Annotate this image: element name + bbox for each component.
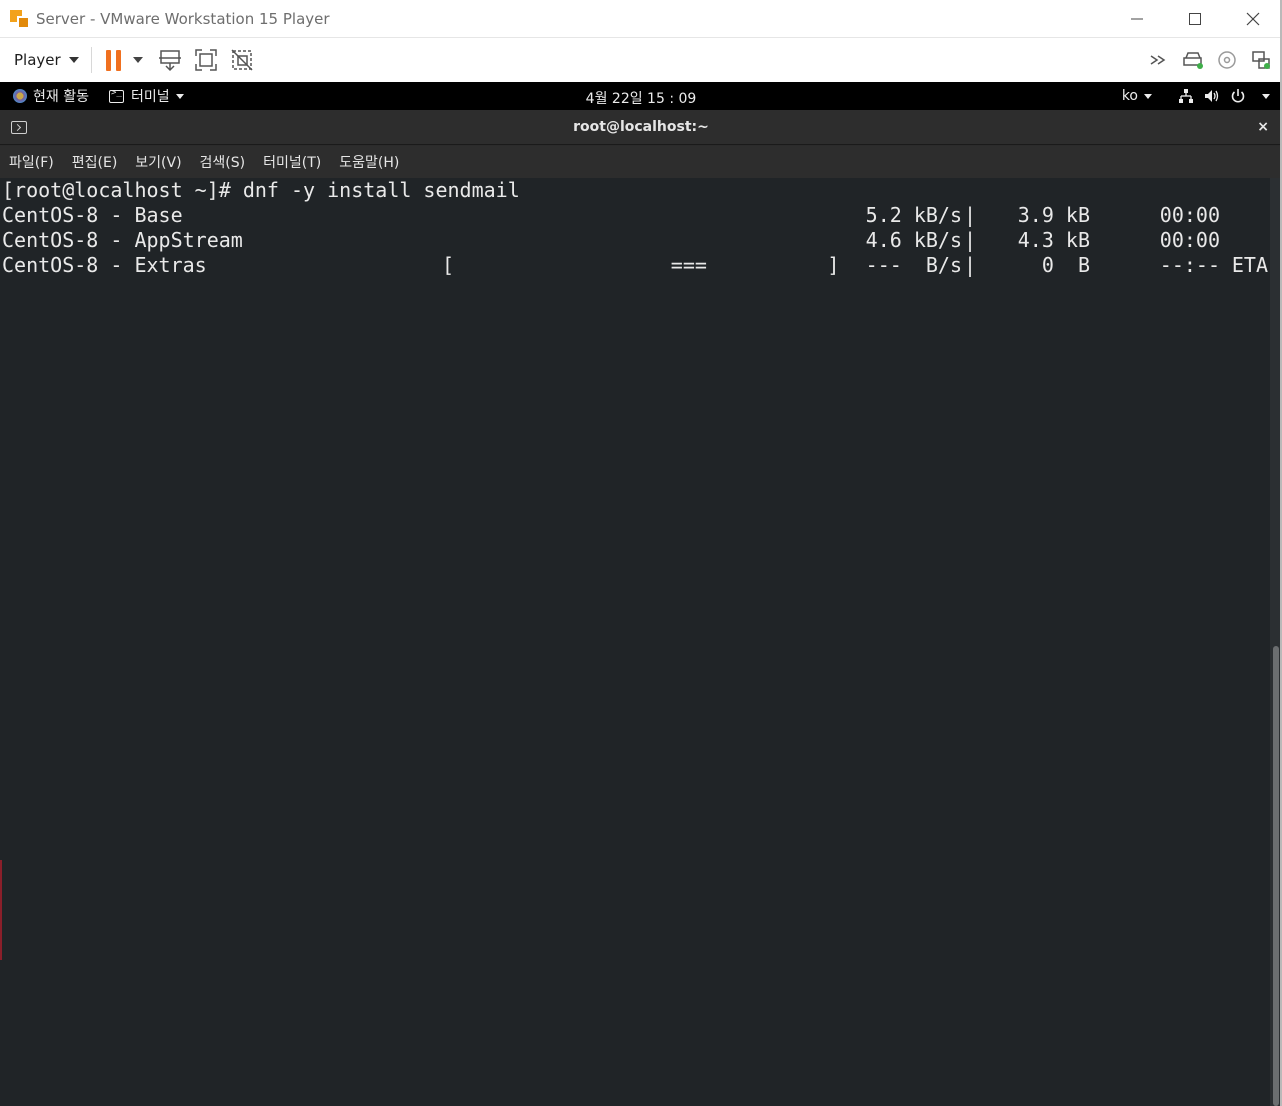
system-menu[interactable]	[1178, 88, 1270, 104]
repo-eta-label: ETA	[1231, 253, 1268, 277]
fullscreen-icon[interactable]	[193, 47, 219, 73]
repo-eta-label	[1220, 203, 1268, 228]
forward-icon[interactable]	[1146, 47, 1172, 73]
activities-label: 현재 활동	[33, 89, 89, 105]
send-ctrl-alt-del-icon[interactable]	[157, 47, 183, 73]
terminal-window-icon	[11, 120, 27, 134]
repo-rate: --- B/s	[865, 253, 962, 277]
repo-progress-bar	[442, 228, 842, 253]
repo-eta: --:--	[1159, 253, 1220, 277]
input-language-menu[interactable]: ko	[1122, 88, 1152, 104]
terminal-title: root@localhost:~	[573, 119, 709, 135]
repo-separator: |	[963, 203, 977, 227]
clock[interactable]: 4월 22일 15 : 09	[586, 91, 697, 107]
repo-name: CentOS-8 - Base	[2, 203, 183, 227]
repo-eta-label	[1220, 228, 1268, 253]
chevron-down-icon	[68, 57, 79, 63]
terminal-menu-bar: 파일(F) 편집(E) 보기(V) 검색(S) 터미널(T) 도움말(H)	[0, 146, 1282, 178]
repo-progress-bar: [ === ]	[442, 253, 840, 277]
menu-view[interactable]: 보기(V)	[135, 152, 181, 172]
terminal-app-menu[interactable]: 터미널	[108, 86, 184, 106]
menu-terminal[interactable]: 터미널(T)	[263, 152, 321, 172]
unity-icon[interactable]	[229, 47, 255, 73]
network-adapter-icon[interactable]	[1248, 47, 1274, 73]
terminal-output[interactable]: [root@localhost ~]# dnf -y install sendm…	[0, 178, 1270, 1106]
repo-size: 4.3 kB	[1017, 228, 1090, 252]
menu-file[interactable]: 파일(F)	[9, 152, 54, 172]
repo-line: CentOS-8 - Extras [ === ] --- B/s | 0 B …	[2, 253, 1268, 278]
window-title: Server - VMware Workstation 15 Player	[36, 9, 330, 28]
player-menu-button[interactable]: Player	[14, 51, 79, 69]
volume-icon	[1205, 90, 1219, 102]
repo-rate: 5.2 kB/s	[865, 203, 962, 227]
toolbar-divider	[90, 47, 92, 73]
repo-progress-bar	[442, 203, 842, 228]
maximize-button[interactable]	[1166, 0, 1224, 38]
close-button[interactable]	[1224, 0, 1282, 38]
repo-eta: 00:00	[1159, 228, 1220, 252]
repo-name: CentOS-8 - AppStream	[2, 228, 243, 252]
minimize-button[interactable]	[1108, 0, 1166, 38]
repo-separator: |	[963, 228, 977, 252]
vmware-title-bar: Server - VMware Workstation 15 Player	[0, 0, 1282, 38]
menu-search[interactable]: 검색(S)	[200, 152, 246, 172]
vmware-toolbar: Player	[0, 38, 1282, 82]
app-menu-label: 터미널	[130, 89, 170, 105]
repo-name: CentOS-8 - Extras	[2, 253, 207, 277]
activities-button[interactable]: 현재 활동	[13, 86, 89, 106]
repo-eta: 00:00	[1159, 203, 1220, 227]
chevron-down-icon	[1144, 93, 1152, 99]
chevron-down-icon	[1262, 93, 1270, 99]
terminal-close-button[interactable]: ×	[1257, 119, 1269, 135]
maximize-icon	[1189, 12, 1201, 25]
hard-disk-icon[interactable]	[1180, 47, 1206, 73]
command-prompt: [root@localhost ~]# dnf -y install sendm…	[2, 178, 520, 202]
command-prompt-line: [root@localhost ~]# dnf -y install sendm…	[2, 178, 520, 203]
pause-menu-chevron-icon[interactable]	[132, 57, 143, 63]
pause-icon[interactable]	[105, 49, 121, 71]
gnome-top-bar: 현재 활동 터미널 4월 22일 15 : 09 ko	[0, 82, 1282, 110]
repo-rate: 4.6 kB/s	[865, 228, 962, 252]
repo-line: CentOS-8 - AppStream 4.6 kB/s | 4.3 kB 0…	[2, 228, 1268, 253]
menu-edit[interactable]: 편집(E)	[72, 152, 118, 172]
close-icon	[1246, 12, 1260, 25]
vmware-logo-icon	[10, 8, 32, 30]
player-menu-label: Player	[14, 51, 61, 69]
scrollbar-thumb[interactable]	[1273, 646, 1279, 1106]
menu-help[interactable]: 도움말(H)	[339, 152, 399, 172]
terminal-header-bar: root@localhost:~ ×	[0, 110, 1282, 145]
terminal-icon	[108, 88, 124, 103]
language-label: ko	[1121, 88, 1138, 104]
network-icon	[1179, 89, 1193, 103]
minimize-icon	[1131, 18, 1143, 19]
chevron-down-icon	[175, 93, 184, 99]
repo-separator: |	[963, 253, 977, 277]
activities-icon	[13, 89, 27, 103]
window-edge-accent	[0, 860, 2, 960]
repo-line: CentOS-8 - Base 5.2 kB/s | 3.9 kB 00:00	[2, 203, 1268, 228]
repo-size: 3.9 kB	[1017, 203, 1090, 227]
cd-rom-icon[interactable]	[1214, 47, 1240, 73]
repo-size: 0 B	[1041, 253, 1090, 277]
power-icon	[1231, 89, 1245, 103]
